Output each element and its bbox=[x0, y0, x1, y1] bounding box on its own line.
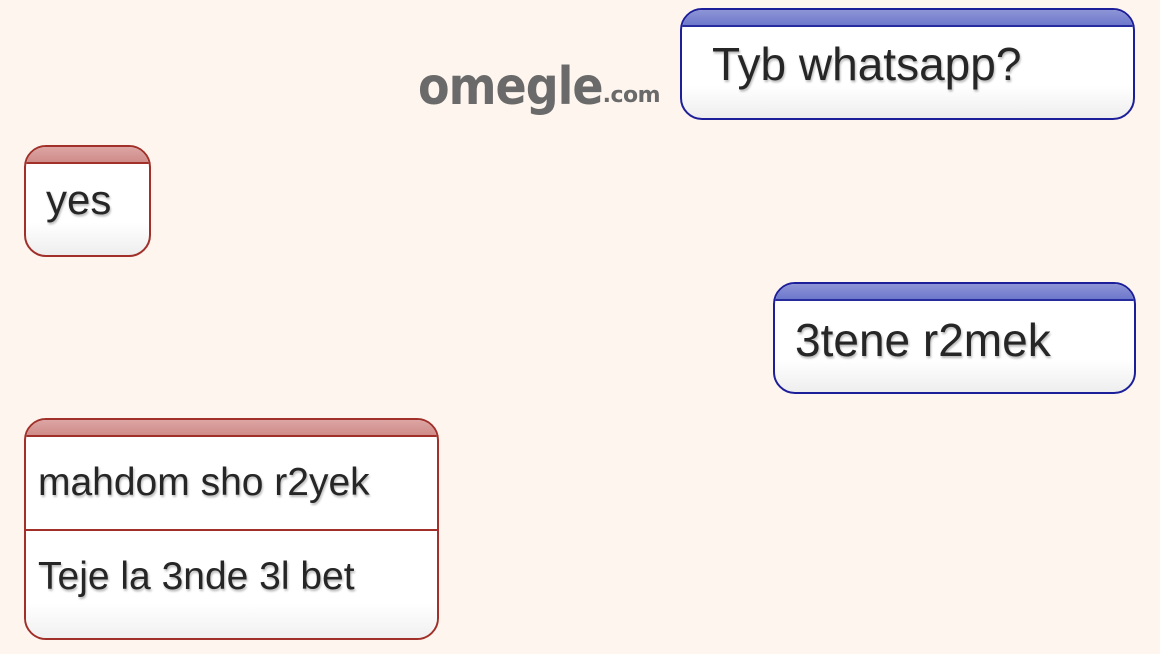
logo-wordmark: omegle bbox=[418, 55, 604, 117]
logo-domain-suffix: .com bbox=[602, 83, 661, 108]
message-text: yes bbox=[46, 176, 112, 223]
bubble-header-bar bbox=[26, 147, 149, 164]
bubble-header-bar bbox=[682, 10, 1133, 27]
omegle-logo: omegle.com bbox=[418, 56, 661, 116]
message-text-line: mahdom sho r2yek bbox=[38, 461, 370, 504]
message-text: 3tene r2mek bbox=[795, 314, 1051, 366]
message-bubble-you: Tyb whatsapp? bbox=[680, 8, 1135, 120]
message-text-line: Teje la 3nde 3l bet bbox=[26, 529, 437, 638]
bubble-header-bar bbox=[775, 284, 1134, 301]
message-bubble-stranger: yes bbox=[24, 145, 151, 257]
bubble-header-bar bbox=[26, 420, 437, 437]
message-bubble-stranger: mahdom sho r2yek Teje la 3nde 3l bet bbox=[24, 418, 439, 640]
message-bubble-you: 3tene r2mek bbox=[773, 282, 1136, 394]
message-text: Tyb whatsapp? bbox=[712, 38, 1022, 90]
